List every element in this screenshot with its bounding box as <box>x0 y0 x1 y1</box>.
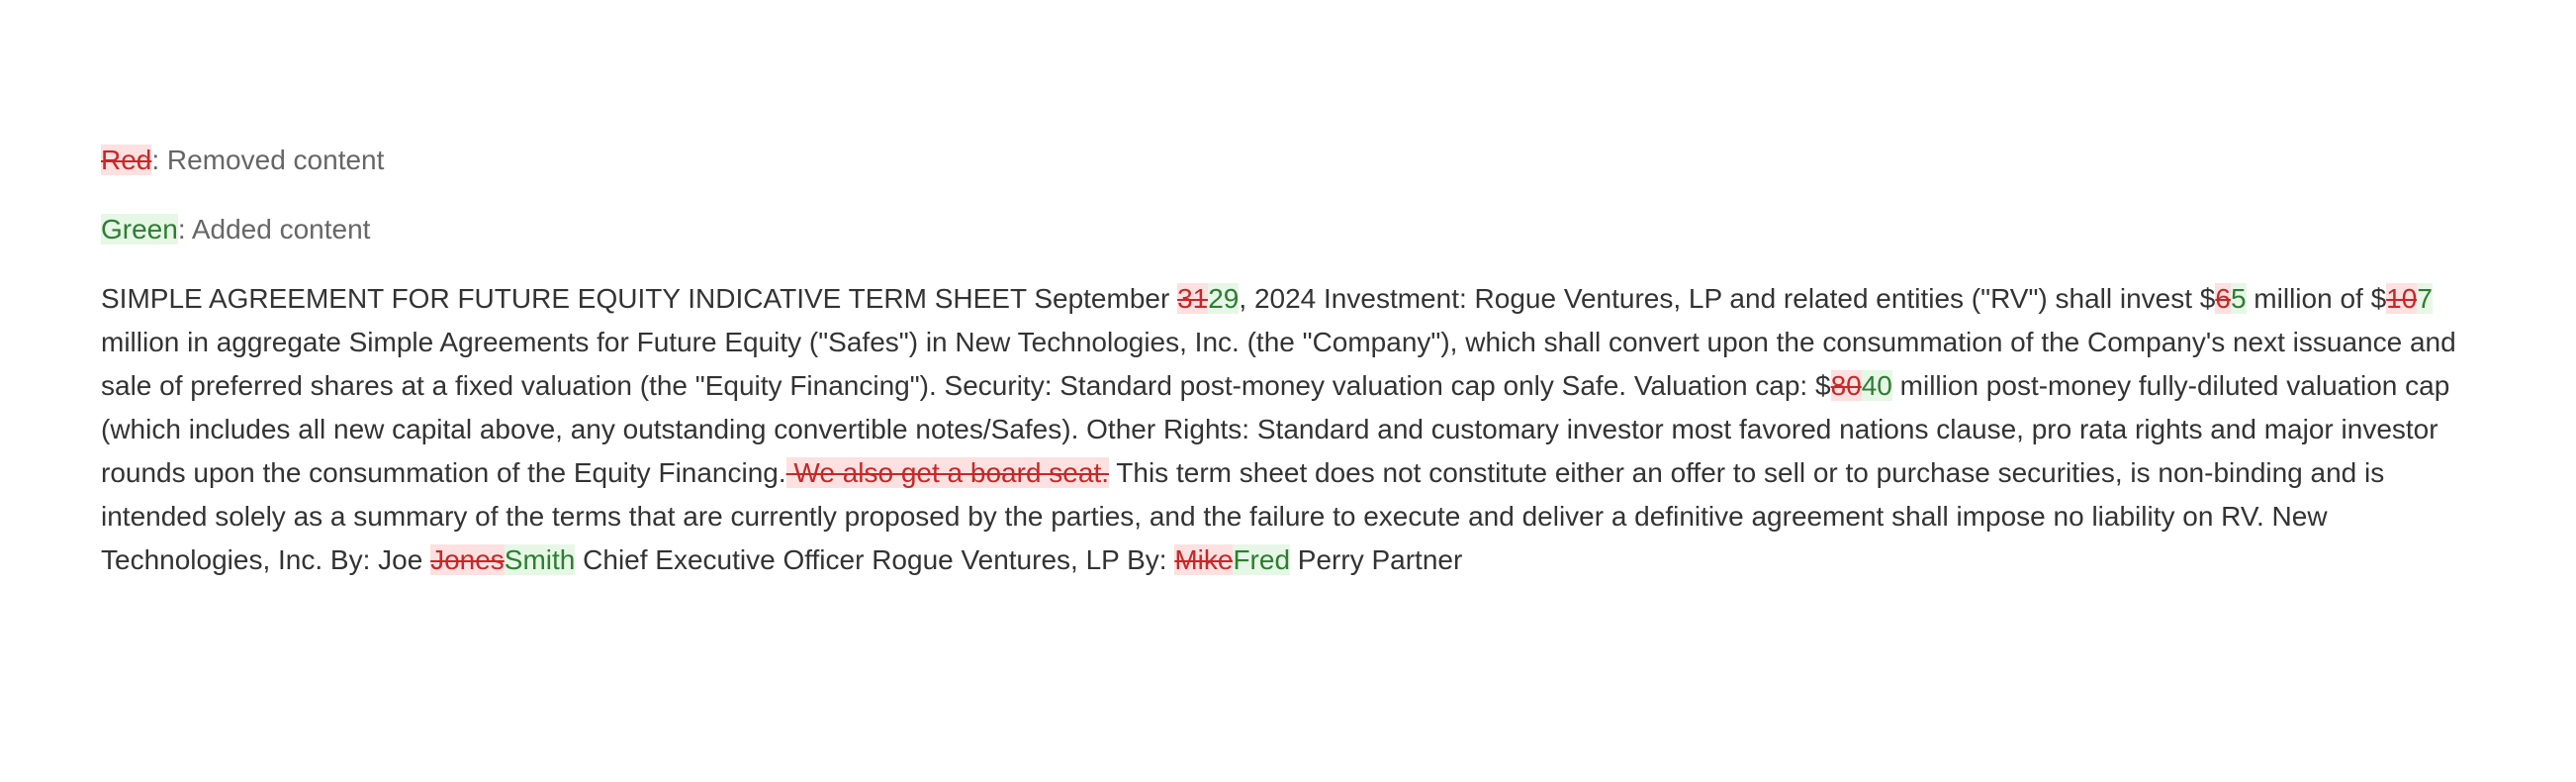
added-text: 5 <box>2230 283 2247 314</box>
removed-sample: Red <box>101 145 152 175</box>
body-text-segment: Chief Executive Officer Rogue Ventures, … <box>575 544 1175 575</box>
added-sample: Green <box>101 214 178 244</box>
added-text: 29 <box>1208 283 1240 314</box>
added-text: Smith <box>504 544 576 575</box>
term-sheet-text: SIMPLE AGREEMENT FOR FUTURE EQUITY INDIC… <box>101 277 2475 582</box>
removed-text: 31 <box>1177 283 1209 314</box>
removed-text: 6 <box>2215 283 2231 314</box>
removed-text: 10 <box>2386 283 2418 314</box>
added-text: Fred <box>1233 544 1291 575</box>
removed-label: : Removed content <box>151 145 385 175</box>
legend-removed: Red: Removed content <box>101 139 2475 182</box>
removed-text: 80 <box>1830 370 1862 401</box>
body-text-segment: million of $ <box>2246 283 2387 314</box>
removed-text: Mike <box>1174 544 1234 575</box>
added-text: 40 <box>1861 370 1892 401</box>
legend-added: Green: Added content <box>101 208 2475 251</box>
body-text-segment: , 2024 Investment: Rogue Ventures, LP an… <box>1239 283 2216 314</box>
removed-text: Jones <box>430 544 505 575</box>
added-text: 7 <box>2417 283 2433 314</box>
body-text-segment: Perry Partner <box>1290 544 1463 575</box>
document: Red: Removed content Green: Added conten… <box>101 139 2475 582</box>
added-label: : Added content <box>177 214 371 244</box>
body-text-segment: SIMPLE AGREEMENT FOR FUTURE EQUITY INDIC… <box>101 283 1178 314</box>
removed-text: We also get a board seat. <box>785 457 1110 488</box>
